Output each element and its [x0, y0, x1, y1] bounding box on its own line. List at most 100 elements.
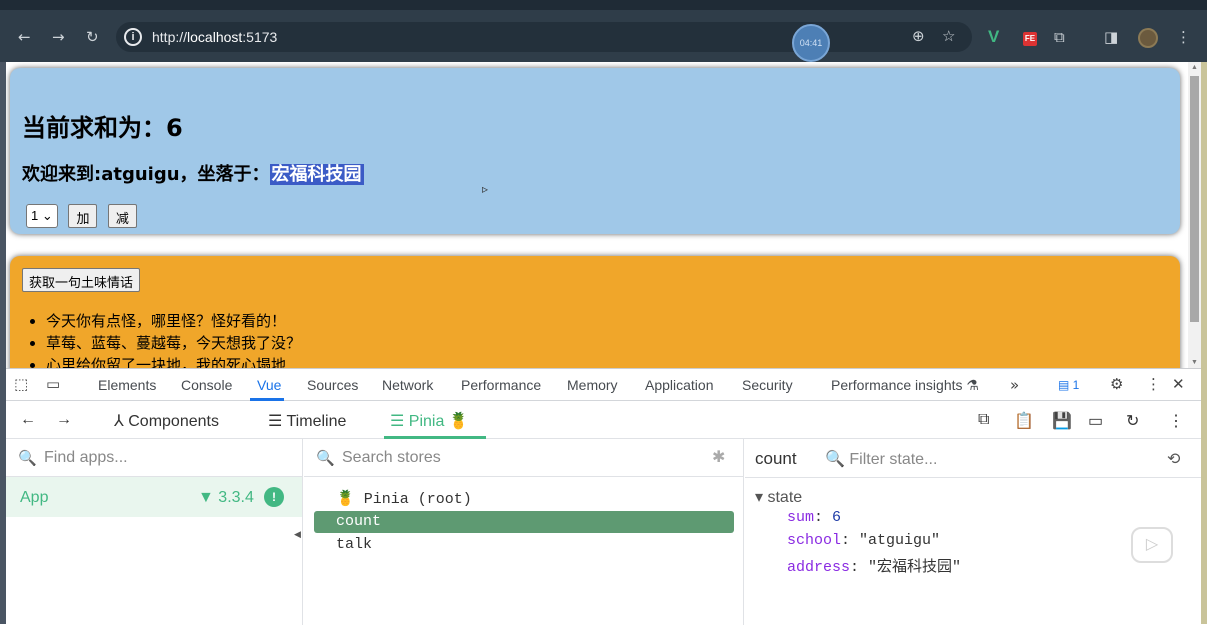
recording-timer: 04:41: [792, 24, 830, 62]
list-item: 今天你有点怪，哪里怪？怪好看的！: [46, 310, 301, 332]
back-icon[interactable]: ←: [18, 28, 31, 46]
welcome-text: 欢迎来到:atguigu，坐落于： 宏福科技园: [22, 164, 364, 185]
talk-card: 获取一句土味情话 今天你有点怪，哪里怪？怪好看的！ 草莓、蓝莓、蔓越莓，今天想我…: [10, 256, 1180, 368]
nav-forward-icon[interactable]: →: [56, 411, 72, 429]
tab-elements[interactable]: Elements: [98, 377, 156, 393]
url-text[interactable]: http://localhost:5173: [152, 29, 277, 45]
divider: [745, 477, 1201, 478]
store-item-count[interactable]: count: [314, 511, 734, 533]
state-section-toggle[interactable]: ▾ state: [755, 487, 802, 507]
tab-performance-insights[interactable]: Performance insights ⚗: [831, 377, 979, 394]
store-item-talk[interactable]: talk: [314, 534, 734, 556]
scroll-down-arrow-icon[interactable]: ▼: [1191, 359, 1198, 366]
devtools-tab-bar: ⬚ ▭ Elements Console Vue Sources Network…: [6, 369, 1201, 401]
tab-sources[interactable]: Sources: [307, 377, 358, 393]
plugin-puzzle-icon[interactable]: ✱: [712, 447, 725, 467]
inspect-element-icon[interactable]: ⬚: [14, 375, 28, 393]
tab-console[interactable]: Console: [181, 377, 232, 393]
search-icon: 🔍: [825, 451, 845, 468]
window-top-strip: [0, 0, 1207, 10]
app-item[interactable]: App ▼ 3.3.4 !: [6, 477, 302, 517]
folder-icon[interactable]: ▭: [1088, 411, 1103, 431]
state-filter-input[interactable]: 🔍 Filter state...: [825, 449, 937, 469]
zoom-icon[interactable]: ⊕: [912, 27, 925, 45]
store-item-pinia-root[interactable]: 🍍 Pinia (root): [314, 489, 734, 511]
more-tabs-icon[interactable]: »: [1010, 376, 1019, 394]
collapse-pane-arrow-icon[interactable]: ◀: [294, 529, 301, 540]
paste-clipboard-icon[interactable]: 📋: [1014, 411, 1034, 431]
state-entry-school: school: "atguigu": [787, 532, 941, 549]
save-icon[interactable]: 💾: [1052, 411, 1072, 431]
search-icon: 🔍: [316, 449, 335, 467]
scroll-thumb[interactable]: [1190, 76, 1199, 322]
flask-icon: ⚗: [966, 377, 979, 393]
apps-search-input[interactable]: Find apps...: [44, 449, 128, 467]
pineapple-icon: 🍍: [448, 413, 469, 430]
selected-store-name: count: [755, 449, 797, 468]
close-devtools-icon[interactable]: ✕: [1172, 375, 1185, 393]
mouse-cursor-icon: ▹: [482, 182, 489, 196]
scroll-up-arrow-icon[interactable]: ▲: [1191, 64, 1198, 71]
subtract-button[interactable]: 减: [107, 204, 137, 228]
components-tree-icon: ⅄: [114, 413, 124, 430]
vue-bar-menu-icon[interactable]: ⋮: [1168, 411, 1184, 431]
fe-extension-icon[interactable]: FE: [1023, 32, 1037, 46]
play-icon[interactable]: ▷: [1131, 527, 1173, 563]
talk-list: 今天你有点怪，哪里怪？怪好看的！ 草莓、蓝莓、蔓越莓，今天想我了没？ 心里给你留…: [46, 310, 301, 368]
add-button[interactable]: 加: [68, 204, 98, 228]
tab-performance[interactable]: Performance: [461, 377, 541, 393]
nav-back-icon[interactable]: ←: [20, 411, 36, 429]
reload-icon[interactable]: ↻: [86, 28, 99, 46]
search-icon: 🔍: [18, 449, 37, 467]
issues-badge[interactable]: ▤ 1: [1058, 378, 1079, 392]
state-pane: count 🔍 Filter state... ⟲ ▾ state sum: 6…: [745, 439, 1201, 625]
stores-search[interactable]: 🔍 Search stores ✱: [304, 439, 743, 477]
state-entry-address: address: "宏福科技园": [787, 559, 962, 576]
app-name: App: [20, 489, 49, 506]
browser-menu-icon[interactable]: ⋮: [1176, 28, 1191, 46]
devtools-panel: ⬚ ▭ Elements Console Vue Sources Network…: [6, 368, 1201, 625]
vue-version: ▼ 3.3.4: [198, 489, 254, 506]
extensions-puzzle-icon[interactable]: ⧉: [1054, 28, 1065, 46]
selected-address-text: 宏福科技园: [269, 164, 364, 185]
tab-network[interactable]: Network: [382, 377, 433, 393]
browser-toolbar: ← → ↻ i http://localhost:5173 ⊕ ☆ 04:41 …: [0, 10, 1207, 62]
sum-heading: 当前求和为：6: [22, 114, 183, 142]
get-talk-button[interactable]: 获取一句土味情话: [22, 268, 141, 292]
stores-search-input[interactable]: Search stores: [342, 449, 441, 467]
forward-icon[interactable]: →: [52, 28, 65, 46]
refresh-icon[interactable]: ↻: [1126, 411, 1139, 431]
apps-search[interactable]: 🔍 Find apps...: [6, 439, 302, 477]
step-select[interactable]: 1 ⌄: [26, 204, 58, 228]
site-info-icon[interactable]: i: [124, 28, 142, 46]
devtools-menu-icon[interactable]: ⋮: [1146, 375, 1161, 393]
app-status-badge-icon: !: [264, 487, 284, 507]
pineapple-icon: 🍍: [336, 491, 355, 508]
nav-pinia[interactable]: ☰ Pinia 🍍: [390, 411, 469, 431]
list-icon: ☰: [390, 413, 405, 430]
settings-gear-icon[interactable]: ⚙: [1110, 375, 1123, 393]
copy-icon[interactable]: ⧉: [978, 411, 989, 429]
device-toolbar-icon[interactable]: ▭: [46, 375, 60, 393]
side-panel-icon[interactable]: ◨: [1104, 28, 1118, 46]
tab-vue[interactable]: Vue: [257, 377, 281, 393]
bookmark-star-icon[interactable]: ☆: [942, 27, 955, 45]
vue-logo-icon: ▼: [198, 489, 214, 506]
tab-application[interactable]: Application: [645, 377, 714, 393]
count-card: 当前求和为：6 欢迎来到:atguigu，坐落于： 宏福科技园 1 ⌄ 加 减 ▹: [10, 68, 1180, 234]
state-entry-sum: sum: 6: [787, 509, 842, 526]
history-icon[interactable]: ⟲: [1167, 449, 1180, 468]
list-item: 草莓、蓝莓、蔓越莓，今天想我了没？: [46, 332, 301, 354]
stores-pane: 🔍 Search stores ✱ 🍍 Pinia (root) count t…: [304, 439, 744, 625]
address-bar[interactable]: i http://localhost:5173 ⊕ ☆: [116, 22, 972, 52]
caret-down-icon: ▾: [755, 489, 764, 506]
tab-memory[interactable]: Memory: [567, 377, 618, 393]
page-scrollbar[interactable]: ▲ ▼: [1188, 62, 1201, 368]
vue-devtools-extension-icon[interactable]: V: [988, 27, 999, 47]
count-controls: 1 ⌄ 加 减: [26, 204, 137, 228]
page-viewport: 当前求和为：6 欢迎来到:atguigu，坐落于： 宏福科技园 1 ⌄ 加 减 ▹…: [6, 62, 1188, 368]
nav-timeline[interactable]: ☰ Timeline: [268, 411, 346, 431]
tab-security[interactable]: Security: [742, 377, 793, 393]
nav-components[interactable]: ⅄ Components: [114, 411, 219, 431]
profile-avatar[interactable]: [1138, 28, 1158, 48]
